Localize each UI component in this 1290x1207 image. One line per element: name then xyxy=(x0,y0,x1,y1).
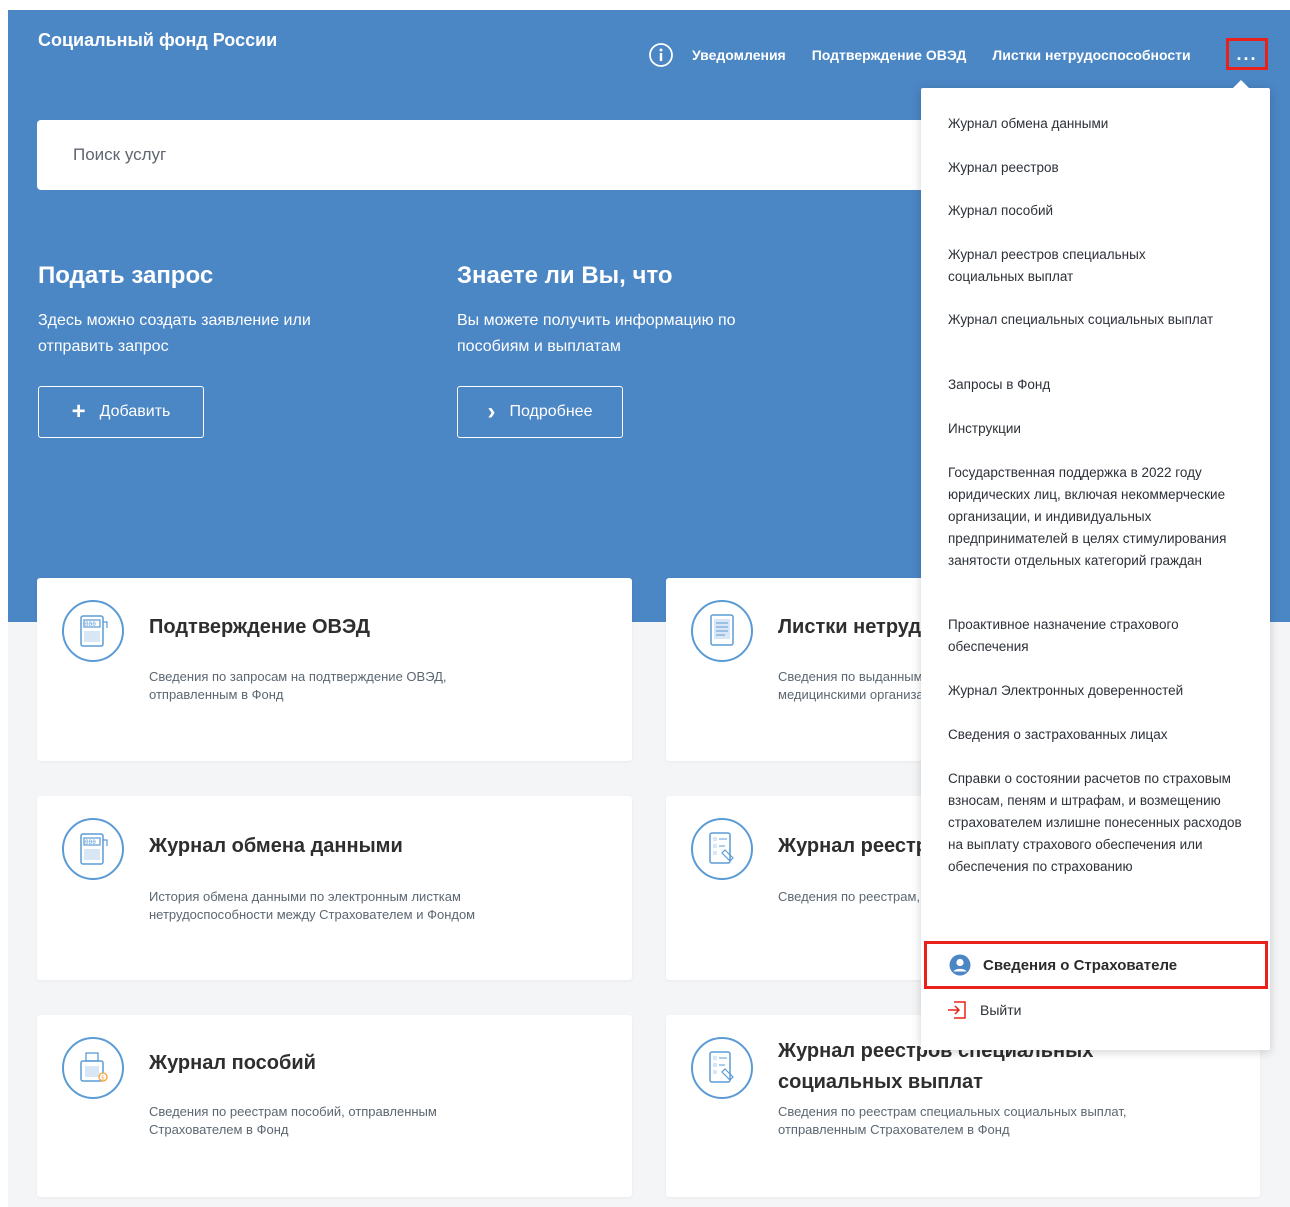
menu-item-special-registry-log[interactable]: Журнал реестров специальных социальных в… xyxy=(948,244,1198,288)
brand-title[interactable]: Социальный фонд России xyxy=(38,30,277,51)
menu-item-certificates[interactable]: Справки о состоянии расчетов по страховы… xyxy=(948,768,1248,878)
card-desc: История обмена данными по электронным ли… xyxy=(149,889,476,922)
logout-button[interactable]: Выйти xyxy=(946,1000,1021,1020)
card-title: Журнал пособий xyxy=(149,1052,316,1074)
more-dropdown-menu: Журнал обмена данными Журнал реестров Жу… xyxy=(921,80,1270,1050)
card-desc: Сведения по запросам на подтверждение ОВ… xyxy=(149,669,447,702)
svg-text:000: 000 xyxy=(85,839,96,846)
card-title: Журнал обмена данными xyxy=(149,835,403,857)
card-desc: Сведения по реестрам пособий, отправленн… xyxy=(149,1104,437,1137)
menu-item-registry-log[interactable]: Журнал реестров xyxy=(948,157,1248,179)
registry-icon xyxy=(691,1037,753,1099)
promo-know-text: Вы можете получить информацию по пособия… xyxy=(457,312,736,355)
registry-icon xyxy=(691,818,753,880)
svg-text:000: 000 xyxy=(85,621,96,628)
top-nav: Уведомления Подтверждение ОВЭД Листки не… xyxy=(648,42,1217,68)
page: Социальный фонд России Уведомления Подтв… xyxy=(8,10,1290,1207)
menu-item-benefits-log[interactable]: Журнал пособий xyxy=(948,200,1248,222)
card-oved[interactable]: 000 Подтверждение ОВЭД Сведения по запро… xyxy=(37,578,632,761)
document-icon: 000 xyxy=(62,600,124,662)
list-document-icon xyxy=(691,600,753,662)
insurer-info-label: Сведения о Страхователе xyxy=(983,956,1178,974)
logout-icon xyxy=(948,1001,966,1019)
card-exchange-log[interactable]: 000 Журнал обмена данными История обмена… xyxy=(37,796,632,980)
nav-sick-leave[interactable]: Листки нетрудоспособности xyxy=(992,47,1190,63)
promo-request-title: Подать запрос xyxy=(38,262,214,289)
plus-icon: + xyxy=(71,398,86,425)
info-icon[interactable] xyxy=(648,42,674,68)
user-icon xyxy=(949,954,971,976)
promo-request-text: Здесь можно создать заявление или отправ… xyxy=(38,312,311,355)
document-icon: 000 xyxy=(62,818,124,880)
menu-item-insured-persons[interactable]: Сведения о застрахованных лицах xyxy=(948,724,1248,746)
chevron-right-icon: › xyxy=(487,398,496,425)
promo-know-title: Знаете ли Вы, что xyxy=(457,262,673,289)
dropdown-caret xyxy=(1233,80,1249,88)
menu-item-insurer-info[interactable]: Сведения о Страхователе xyxy=(924,941,1268,989)
add-button-label: Добавить xyxy=(99,403,171,420)
card-desc: Сведения по реестрам специальных социаль… xyxy=(778,1104,1127,1137)
menu-item-instructions[interactable]: Инструкции xyxy=(948,418,1248,440)
more-menu-button[interactable]: ... xyxy=(1226,38,1268,70)
more-info-button-label: Подробнее xyxy=(509,403,593,420)
promo-know: Знаете ли Вы, что Вы можете получить инф… xyxy=(457,262,777,438)
add-button[interactable]: + Добавить xyxy=(38,386,204,438)
menu-item-state-support[interactable]: Государственная поддержка в 2022 году юр… xyxy=(948,462,1248,572)
logout-label: Выйти xyxy=(980,1002,1022,1018)
menu-item-special-payments-log[interactable]: Журнал специальных социальных выплат xyxy=(948,309,1218,331)
menu-item-power-of-attorney[interactable]: Журнал Электронных доверенностей xyxy=(948,680,1248,702)
search-input[interactable] xyxy=(73,145,933,165)
promo-request: Подать запрос Здесь можно создать заявле… xyxy=(38,262,358,438)
svg-text:$: $ xyxy=(101,1075,105,1082)
printer-icon: $ xyxy=(62,1037,124,1099)
menu-item-exchange-log[interactable]: Журнал обмена данными xyxy=(948,113,1248,135)
more-info-button[interactable]: › Подробнее xyxy=(457,386,623,438)
card-title: Подтверждение ОВЭД xyxy=(149,616,370,638)
nav-oved[interactable]: Подтверждение ОВЭД xyxy=(812,47,967,63)
menu-item-requests[interactable]: Запросы в Фонд xyxy=(948,374,1248,396)
nav-notifications[interactable]: Уведомления xyxy=(692,47,786,63)
menu-item-proactive[interactable]: Проактивное назначение страхового обеспе… xyxy=(948,614,1238,658)
card-benefits-log[interactable]: $ Журнал пособий Сведения по реестрам по… xyxy=(37,1015,632,1197)
